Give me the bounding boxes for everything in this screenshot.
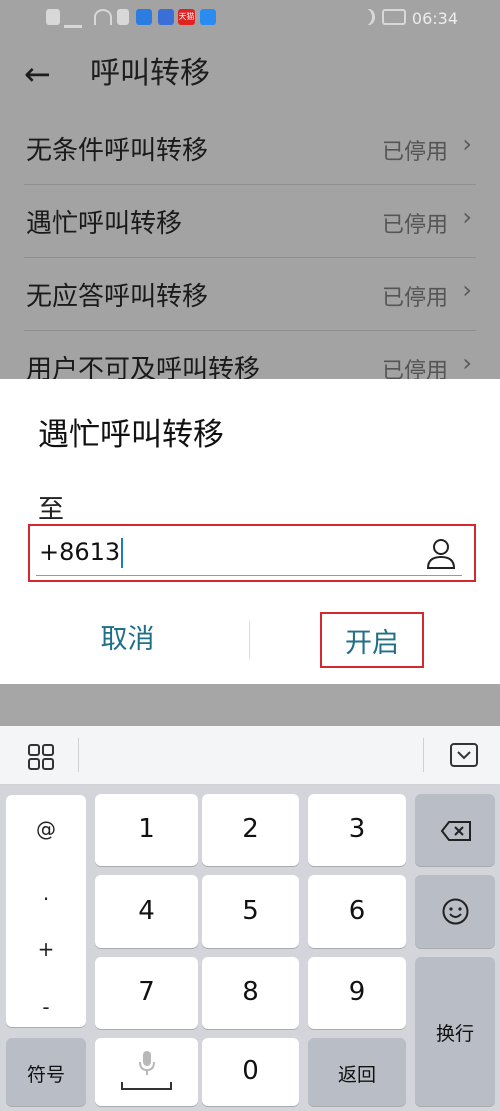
app-icon-blue bbox=[136, 9, 152, 25]
chevron-right-icon: › bbox=[462, 203, 472, 231]
hourglass-icon bbox=[117, 9, 129, 25]
key-0[interactable]: 0 bbox=[202, 1038, 299, 1106]
wifi-icon bbox=[94, 9, 112, 25]
emoji-key[interactable] bbox=[415, 875, 495, 948]
enable-button[interactable]: 开启 bbox=[320, 612, 424, 668]
status-time: 06:34 bbox=[411, 9, 458, 28]
signal-icon bbox=[64, 9, 82, 28]
delete-key[interactable] bbox=[415, 794, 495, 866]
key-label: 1 bbox=[138, 814, 155, 844]
key-2[interactable]: 2 bbox=[202, 794, 299, 866]
setting-label: 无条件呼叫转移 bbox=[26, 136, 209, 166]
toolbar-divider bbox=[423, 738, 424, 772]
title-bar: ← 呼叫转移 bbox=[0, 44, 500, 108]
key-label: 2 bbox=[242, 814, 259, 844]
grid-menu-icon[interactable] bbox=[28, 744, 54, 770]
smiley-icon bbox=[442, 898, 469, 925]
button-divider bbox=[249, 621, 250, 659]
toolbar-divider bbox=[78, 738, 79, 772]
text-caret bbox=[121, 538, 124, 568]
key-8[interactable]: 8 bbox=[202, 957, 299, 1029]
dialog-title: 遇忙呼叫转移 bbox=[38, 417, 224, 453]
status-bar: 天猫 06:34 bbox=[0, 0, 500, 36]
key-at[interactable]: @ bbox=[6, 817, 86, 841]
setting-label: 无应答呼叫转移 bbox=[26, 282, 209, 312]
key-6[interactable]: 6 bbox=[308, 875, 406, 948]
video-app-icon bbox=[200, 9, 216, 25]
numeric-keyboard: @ . + - 1 2 3 4 5 6 7 8 9 换行 符号 0 返回 bbox=[0, 785, 500, 1111]
contact-person-icon[interactable] bbox=[426, 538, 456, 570]
setting-row-busy[interactable]: 遇忙呼叫转移 已停用 › bbox=[24, 185, 476, 258]
dim-overlay-gap bbox=[0, 684, 500, 726]
to-label: 至 bbox=[38, 495, 65, 525]
phone-text: +8613 bbox=[39, 538, 121, 566]
key-1[interactable]: 1 bbox=[95, 794, 198, 866]
battery-icon bbox=[382, 9, 406, 25]
chevron-right-icon: › bbox=[462, 349, 472, 377]
space-icon bbox=[121, 1082, 172, 1090]
symbols-key[interactable]: 符号 bbox=[6, 1038, 86, 1106]
key-label: 7 bbox=[138, 977, 155, 1007]
key-5[interactable]: 5 bbox=[202, 875, 299, 948]
microphone-icon bbox=[138, 1051, 155, 1075]
key-label: 符号 bbox=[26, 1064, 65, 1086]
setting-row-no-answer[interactable]: 无应答呼叫转移 已停用 › bbox=[24, 258, 476, 331]
forward-dialog: 遇忙呼叫转移 至 +8613 取消 开启 bbox=[0, 379, 500, 684]
key-9[interactable]: 9 bbox=[308, 957, 406, 1029]
key-label: 3 bbox=[348, 814, 366, 844]
chevron-right-icon: › bbox=[462, 276, 472, 304]
setting-status: 已停用 bbox=[381, 213, 448, 238]
key-minus[interactable]: - bbox=[6, 995, 86, 1019]
key-label: 4 bbox=[138, 896, 155, 926]
enable-button-label: 开启 bbox=[345, 628, 399, 659]
key-label: 返回 bbox=[337, 1064, 376, 1086]
setting-status: 已停用 bbox=[381, 286, 448, 311]
keyboard-toolbar bbox=[0, 726, 500, 785]
key-label: 5 bbox=[242, 896, 259, 926]
cancel-button[interactable]: 取消 bbox=[60, 617, 195, 656]
key-3[interactable]: 3 bbox=[308, 794, 406, 866]
backspace-icon bbox=[440, 821, 471, 841]
background-screen: 天猫 06:34 ← 呼叫转移 无条件呼叫转移 已停用 › 遇忙呼叫转移 已停用… bbox=[0, 0, 500, 385]
key-dot[interactable]: . bbox=[6, 881, 86, 905]
return-key[interactable]: 返回 bbox=[308, 1038, 406, 1106]
back-arrow-icon[interactable]: ← bbox=[24, 56, 51, 92]
symbol-column[interactable]: @ . + - bbox=[6, 795, 86, 1027]
input-underline bbox=[36, 575, 462, 576]
tmall-icon: 天猫 bbox=[178, 9, 195, 25]
key-label: 8 bbox=[242, 977, 259, 1007]
settings-list: 无条件呼叫转移 已停用 › 遇忙呼叫转移 已停用 › 无应答呼叫转移 已停用 ›… bbox=[0, 112, 500, 403]
music-icon bbox=[158, 9, 174, 25]
keyboard-hide-icon[interactable] bbox=[450, 743, 478, 767]
newline-key[interactable]: 换行 bbox=[415, 957, 495, 1106]
page-title: 呼叫转移 bbox=[90, 56, 210, 91]
hd-icon bbox=[46, 9, 60, 25]
key-label: 6 bbox=[348, 896, 366, 926]
phone-input-value[interactable]: +8613 bbox=[39, 538, 124, 568]
phone-input-field[interactable]: +8613 bbox=[28, 524, 476, 582]
key-plus[interactable]: + bbox=[6, 937, 86, 961]
key-4[interactable]: 4 bbox=[95, 875, 198, 948]
setting-label: 遇忙呼叫转移 bbox=[26, 209, 183, 239]
key-label: 换行 bbox=[435, 1023, 474, 1045]
chevron-right-icon: › bbox=[462, 130, 472, 158]
key-7[interactable]: 7 bbox=[95, 957, 198, 1029]
moon-icon bbox=[360, 9, 372, 25]
setting-status: 已停用 bbox=[381, 140, 448, 165]
key-label: 9 bbox=[348, 977, 366, 1007]
space-voice-key[interactable] bbox=[95, 1038, 198, 1106]
setting-row-unconditional[interactable]: 无条件呼叫转移 已停用 › bbox=[24, 112, 476, 185]
key-label: 0 bbox=[242, 1056, 259, 1086]
